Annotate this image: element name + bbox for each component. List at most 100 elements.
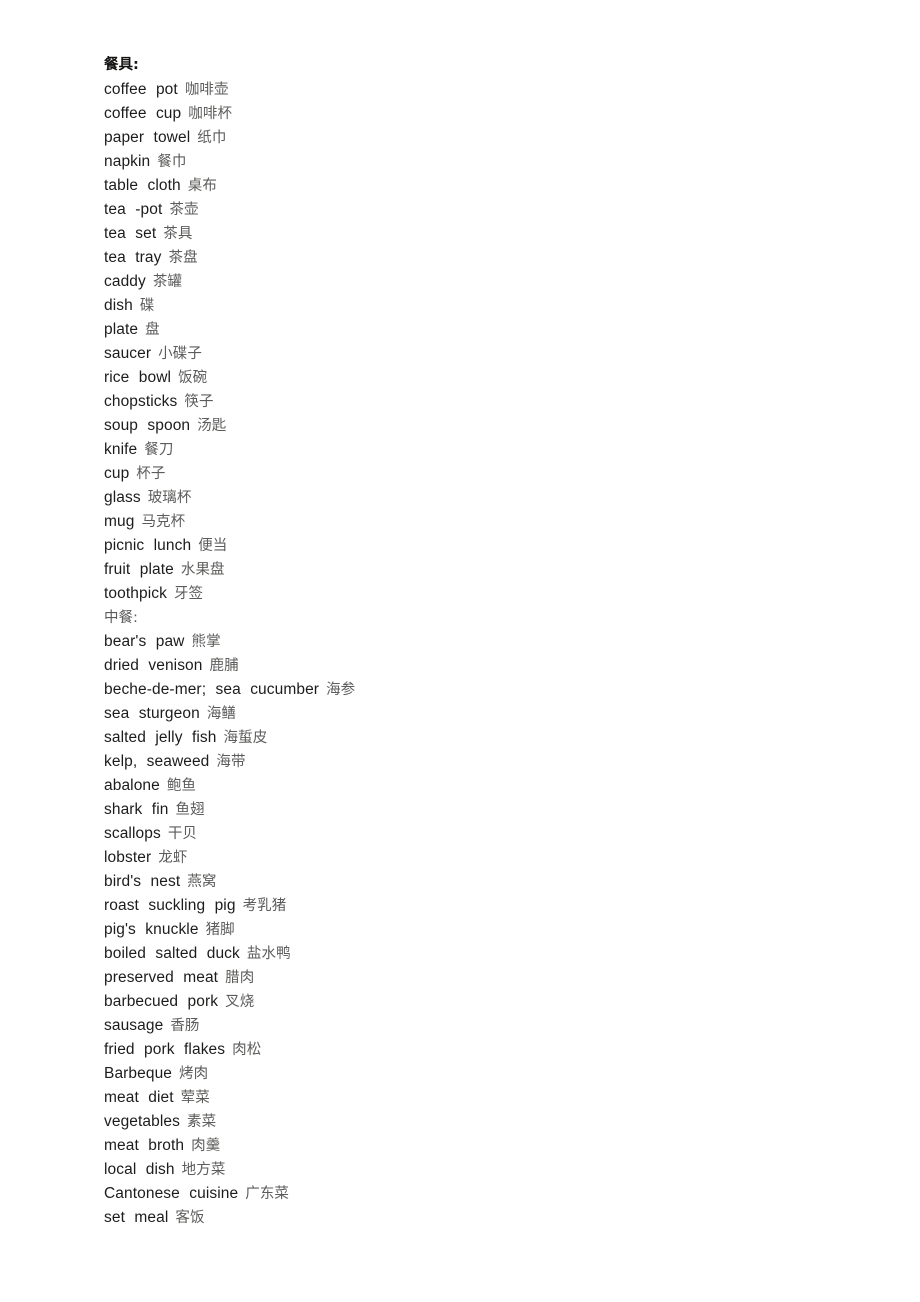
entry-term-english: meat broth xyxy=(104,1137,185,1154)
vocabulary-entry: Barbeque 烤肉 xyxy=(104,1062,864,1086)
vocabulary-entry: cup 杯子 xyxy=(104,462,864,486)
entry-term-chinese: 海鳝 xyxy=(206,706,237,722)
vocabulary-entry: paper towel 纸巾 xyxy=(104,126,864,150)
entry-term-chinese: 咖啡杯 xyxy=(188,106,233,122)
entry-term-chinese: 咖啡壶 xyxy=(184,82,229,98)
entry-term-english: rice bowl xyxy=(104,369,172,386)
vocabulary-entry: lobster 龙虾 xyxy=(104,846,864,870)
vocabulary-entry: table cloth 桌布 xyxy=(104,174,864,198)
entry-term-chinese: 餐刀 xyxy=(144,442,174,458)
entry-term-chinese: 海参 xyxy=(326,682,356,698)
entry-term-chinese: 海蜇皮 xyxy=(223,730,268,746)
vocabulary-list: 餐具: coffee pot 咖啡壶 coffee cup 咖啡杯 paper towel… xyxy=(104,52,864,1230)
vocabulary-entry: rice bowl 饭碗 xyxy=(104,366,864,390)
entry-term-english: caddy xyxy=(104,273,146,290)
vocabulary-entry: kelp, seaweed 海带 xyxy=(104,750,864,774)
entry-term-chinese: 便当 xyxy=(198,538,228,554)
entry-term-chinese: 肉羹 xyxy=(191,1138,221,1154)
entry-term-english: tea tray xyxy=(104,249,162,266)
vocabulary-entry: scallops 干贝 xyxy=(104,822,864,846)
vocabulary-entry: preserved meat 腊肉 xyxy=(104,966,864,990)
vocabulary-entry: Cantonese cuisine 广东菜 xyxy=(104,1182,864,1206)
entry-term-english: toothpick xyxy=(104,585,167,602)
entry-term-chinese: 素菜 xyxy=(186,1114,217,1130)
entry-term-chinese: 鱼翅 xyxy=(175,802,205,818)
vocabulary-entry: shark fin 鱼翅 xyxy=(104,798,864,822)
entry-term-english: salted jelly fish xyxy=(104,729,217,746)
vocabulary-entry: knife 餐刀 xyxy=(104,438,864,462)
vocabulary-entry: dried venison 鹿脯 xyxy=(104,654,864,678)
vocabulary-entry: salted jelly fish 海蜇皮 xyxy=(104,726,864,750)
vocabulary-entry: bear's paw 熊掌 xyxy=(104,630,864,654)
entry-term-chinese: 茶罐 xyxy=(152,274,183,290)
entry-term-chinese: 碟 xyxy=(139,298,155,314)
entry-term-english: fruit plate xyxy=(104,561,174,578)
entry-term-english: chopsticks xyxy=(104,393,178,410)
entry-term-english: kelp, seaweed xyxy=(104,753,210,770)
entry-term-english: soup spoon xyxy=(104,417,191,434)
vocabulary-entry: roast suckling pig 考乳猪 xyxy=(104,894,864,918)
entry-term-english: table cloth xyxy=(104,177,181,194)
entry-term-chinese: 饭碗 xyxy=(178,370,208,386)
entry-term-english: Cantonese cuisine xyxy=(104,1185,239,1202)
vocabulary-entry: fruit plate 水果盘 xyxy=(104,558,864,582)
vocabulary-entry: beche-de-mer; sea cucumber 海参 xyxy=(104,678,864,702)
entry-term-english: bear's paw xyxy=(104,633,185,650)
entry-term-english: sea sturgeon xyxy=(104,705,200,722)
entry-term-chinese: 肉松 xyxy=(232,1042,262,1058)
entry-term-chinese: 客饭 xyxy=(175,1210,205,1226)
entry-term-english: vegetables xyxy=(104,1113,180,1130)
entry-term-english: preserved meat xyxy=(104,969,219,986)
entry-term-chinese: 荤菜 xyxy=(180,1090,210,1106)
entry-term-chinese: 茶盘 xyxy=(168,250,198,266)
entry-term-chinese: 干贝 xyxy=(167,826,198,842)
entry-term-english: knife xyxy=(104,441,138,458)
document-page: 餐具: coffee pot 咖啡壶 coffee cup 咖啡杯 paper towel… xyxy=(0,0,920,1302)
entry-term-english: coffee pot xyxy=(104,81,178,98)
vocabulary-entry: meat diet 荤菜 xyxy=(104,1086,864,1110)
entry-term-chinese: 小碟子 xyxy=(158,346,202,362)
entry-term-chinese: 腊肉 xyxy=(225,970,255,986)
entry-term-chinese: 龙虾 xyxy=(158,850,188,866)
entry-term-english: picnic lunch xyxy=(104,537,192,554)
entry-term-chinese: 茶具 xyxy=(163,226,193,242)
entry-term-chinese: 汤匙 xyxy=(197,418,227,434)
entry-term-english: fried pork flakes xyxy=(104,1041,226,1058)
entry-term-chinese: 桌布 xyxy=(187,178,217,194)
vocabulary-entry: bird's nest 燕窝 xyxy=(104,870,864,894)
vocabulary-entry: local dish 地方菜 xyxy=(104,1158,864,1182)
entry-term-english: Barbeque xyxy=(104,1065,173,1082)
entry-term-english: tea set xyxy=(104,225,157,242)
entry-term-chinese: 燕窝 xyxy=(187,874,217,890)
entry-term-english: glass xyxy=(104,489,141,506)
entry-term-chinese: 广东菜 xyxy=(245,1186,290,1202)
entry-term-chinese: 地方菜 xyxy=(181,1162,226,1178)
entry-term-chinese: 考乳猪 xyxy=(242,898,287,914)
vocabulary-entry: picnic lunch 便当 xyxy=(104,534,864,558)
entry-term-chinese: 筷子 xyxy=(184,394,214,410)
entry-term-chinese: 鹿脯 xyxy=(209,658,239,674)
vocabulary-entry: boiled salted duck 盐水鸭 xyxy=(104,942,864,966)
vocabulary-entry: dish 碟 xyxy=(104,294,864,318)
entry-term-chinese: 猪脚 xyxy=(205,922,235,938)
entry-term-chinese: 盘 xyxy=(145,322,160,338)
entry-term-chinese: 鲍鱼 xyxy=(166,778,197,794)
vocabulary-entry: sea sturgeon 海鳝 xyxy=(104,702,864,726)
entry-term-english: roast suckling pig xyxy=(104,897,236,914)
entry-term-english: scallops xyxy=(104,825,161,842)
entry-term-chinese: 海带 xyxy=(216,754,246,770)
vocabulary-entry: set meal 客饭 xyxy=(104,1206,864,1230)
entry-term-chinese: 烤肉 xyxy=(179,1066,209,1082)
entry-term-english: coffee cup xyxy=(104,105,182,122)
vocabulary-entry: vegetables 素菜 xyxy=(104,1110,864,1134)
vocabulary-entry: coffee pot 咖啡壶 xyxy=(104,78,864,102)
entry-term-english: bird's nest xyxy=(104,873,181,890)
vocabulary-entry: soup spoon 汤匙 xyxy=(104,414,864,438)
vocabulary-entry: mug 马克杯 xyxy=(104,510,864,534)
entry-term-english: pig's knuckle xyxy=(104,921,199,938)
entry-term-english: shark fin xyxy=(104,801,169,818)
entry-term-english: barbecued pork xyxy=(104,993,219,1010)
vocabulary-entry: glass 玻璃杯 xyxy=(104,486,864,510)
entry-term-chinese: 马克杯 xyxy=(141,514,186,530)
vocabulary-entry: saucer 小碟子 xyxy=(104,342,864,366)
